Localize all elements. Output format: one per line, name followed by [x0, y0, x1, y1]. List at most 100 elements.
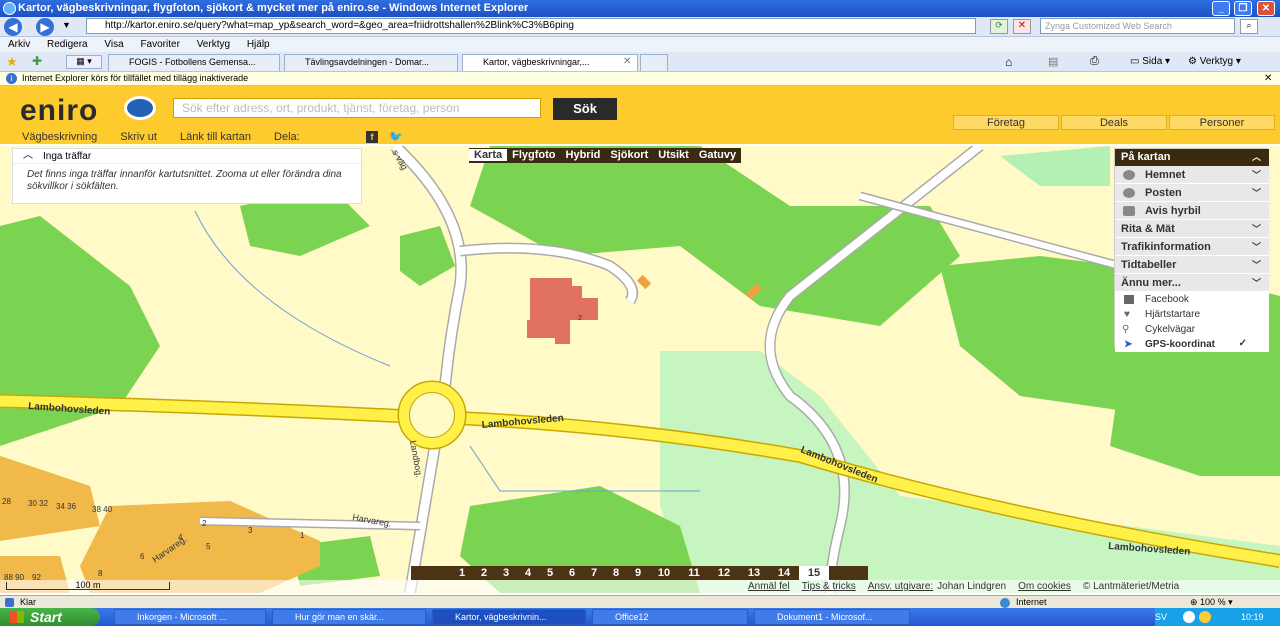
tab-deals[interactable]: Deals	[1061, 115, 1167, 130]
layers-panel-header[interactable]: På kartan ︿	[1115, 149, 1269, 166]
stop-icon[interactable]: ✕	[1013, 19, 1031, 34]
facebook-share-icon[interactable]: f	[366, 131, 378, 143]
layer-facebook[interactable]: Facebook	[1115, 292, 1269, 307]
zoom-level[interactable]: 6	[561, 566, 583, 580]
tray-icon[interactable]	[1199, 611, 1211, 623]
language-indicator[interactable]: SV	[1155, 608, 1167, 626]
close-button[interactable]: ✕	[1257, 1, 1275, 16]
section-annu-mer[interactable]: Ännu mer... ﹀	[1115, 274, 1269, 292]
tips-link[interactable]: Tips & tricks	[802, 581, 856, 592]
zoom-level[interactable]: 14	[773, 566, 795, 580]
search-button[interactable]: Sök	[553, 98, 617, 120]
forest-area	[1110, 366, 1280, 476]
zoom-level[interactable]: 4	[517, 566, 539, 580]
results-panel-header[interactable]: ︿ Inga träffar	[13, 149, 361, 164]
taskbar-item[interactable]: Office12	[592, 609, 748, 625]
layer-label: GPS-koordinat	[1145, 339, 1216, 350]
tab-kartor[interactable]: Kartor, vägbeskrivningar,...	[462, 54, 638, 71]
map-graphics: Lambohovsleden Lambohovsleden Lambohovsl…	[0, 146, 1280, 593]
zoom-level[interactable]: 10	[653, 566, 675, 580]
zoom-level-current[interactable]: 15	[799, 566, 829, 580]
map-type-utsikt[interactable]: Utsikt	[653, 149, 694, 161]
collapse-chevron-icon[interactable]: ︿	[23, 148, 33, 163]
route-link[interactable]: Vägbeskrivning	[22, 131, 97, 143]
tab-tavling[interactable]: Tävlingsavdelningen - Domar...	[284, 54, 458, 71]
map-canvas[interactable]: Lambohovsleden Lambohovsleden Lambohovsl…	[0, 146, 1280, 593]
zoom-level[interactable]: 13	[743, 566, 765, 580]
zoom-level[interactable]: 1	[451, 566, 473, 580]
zoom-status[interactable]: ⊕ 100 % ▾	[1190, 596, 1233, 608]
zoom-level[interactable]: 7	[583, 566, 605, 580]
info-bar[interactable]: i Internet Explorer körs för tillfället …	[0, 72, 1280, 86]
map-type-karta[interactable]: Karta	[469, 149, 508, 161]
residential-area	[0, 456, 100, 541]
eniro-logo[interactable]: eniro	[20, 94, 98, 128]
menu-arkiv[interactable]: Arkiv	[8, 39, 30, 50]
zoom-level[interactable]: 3	[495, 566, 517, 580]
map-type-hybrid[interactable]: Hybrid	[561, 149, 606, 161]
map-link[interactable]: Länk till kartan	[180, 131, 251, 143]
tray-icon[interactable]	[1183, 611, 1195, 623]
twitter-share-icon[interactable]: 🐦	[389, 130, 403, 143]
add-favorite-icon[interactable]: ✚	[32, 54, 42, 68]
taskbar-item[interactable]: Inkorgen - Microsoft ...	[114, 609, 266, 625]
zoom-level[interactable]: 11	[683, 566, 705, 580]
restore-button[interactable]: ❐	[1234, 1, 1252, 16]
zoom-level[interactable]: 8	[605, 566, 627, 580]
zoom-level[interactable]: 2	[473, 566, 495, 580]
taskbar-item[interactable]: Hur gör man en skär...	[272, 609, 426, 625]
zoom-level[interactable]: 12	[713, 566, 735, 580]
print-link[interactable]: Skriv ut	[120, 131, 157, 143]
back-button[interactable]: ◀	[4, 18, 22, 36]
map-type-gatuvy[interactable]: Gatuvy	[694, 149, 741, 161]
tab-fogis[interactable]: FOGIS - Fotbollens Gemensa...	[108, 54, 280, 71]
menu-visa[interactable]: Visa	[104, 39, 123, 50]
refresh-icon[interactable]: ⟳	[990, 19, 1008, 34]
home-icon[interactable]: ⌂	[1005, 55, 1012, 69]
section-trafikinformation[interactable]: Trafikinformation ﹀	[1115, 238, 1269, 256]
layer-avis[interactable]: Avis hyrbil	[1115, 202, 1269, 220]
history-dropdown-icon[interactable]: ▼	[62, 20, 71, 30]
zoom-level[interactable]: 5	[539, 566, 561, 580]
cookies-link[interactable]: Om cookies	[1018, 581, 1071, 592]
menu-redigera[interactable]: Redigera	[47, 39, 88, 50]
page-menu[interactable]: ▭ Sida ▾	[1130, 56, 1170, 67]
close-infobar-icon[interactable]: ✕	[1264, 72, 1272, 85]
map-type-flygfoto[interactable]: Flygfoto	[507, 149, 560, 161]
map-type-sjokort[interactable]: Sjökort	[605, 149, 653, 161]
print-icon[interactable]: ⎙	[1090, 55, 1099, 68]
minimize-button[interactable]: _	[1212, 1, 1230, 16]
menu-hjalp[interactable]: Hjälp	[247, 39, 270, 50]
report-error-link[interactable]: Anmäl fel	[748, 581, 790, 592]
search-icon[interactable]: ⌕	[1240, 19, 1258, 34]
close-tab-icon[interactable]: ✕	[623, 56, 631, 67]
small-building	[636, 274, 652, 290]
feeds-icon[interactable]: ▤	[1048, 55, 1058, 68]
layer-gps[interactable]: ➤ GPS-koordinat ✓	[1115, 337, 1269, 352]
menu-verktyg[interactable]: Verktyg	[197, 39, 230, 50]
favorites-star-icon[interactable]: ★	[6, 54, 18, 70]
quick-tabs-icon[interactable]: ▦ ▾	[66, 55, 102, 69]
taskbar-item[interactable]: Dokument1 - Microsof...	[754, 609, 910, 625]
tab-personer[interactable]: Personer	[1169, 115, 1275, 130]
zoom-level[interactable]: 9	[627, 566, 649, 580]
layer-posten[interactable]: Posten ﹀	[1115, 184, 1269, 202]
tab-foretag[interactable]: Företag	[953, 115, 1059, 130]
web-search-input[interactable]: Zynga Customized Web Search	[1040, 18, 1235, 34]
section-tidtabeller[interactable]: Tidtabeller ﹀	[1115, 256, 1269, 274]
taskbar-item[interactable]: Kartor, vägbeskrivnin...	[432, 609, 586, 625]
tools-menu[interactable]: ⚙ Verktyg ▾	[1188, 56, 1241, 67]
layer-hemnet[interactable]: Hemnet ﹀	[1115, 166, 1269, 184]
layer-hjartstartare[interactable]: ♥ Hjärtstartare	[1115, 307, 1269, 322]
url-field[interactable]: http://kartor.eniro.se/query?what=map_yp…	[86, 18, 976, 34]
layer-cykelvagar[interactable]: ⚲ Cykelvägar	[1115, 322, 1269, 337]
chevron-down-icon: ﹀	[1251, 260, 1261, 270]
publisher-link[interactable]: Ansv. utgivare:	[868, 581, 933, 592]
site-search-input[interactable]: Sök efter adress, ort, produkt, tjänst, …	[173, 98, 541, 118]
menu-favoriter[interactable]: Favoriter	[140, 39, 179, 50]
building-friidrottshallen[interactable]	[527, 278, 598, 344]
start-button[interactable]: Start	[0, 608, 100, 626]
section-rita-mat[interactable]: Rita & Mät ﹀	[1115, 220, 1269, 238]
forward-button[interactable]: ▶	[36, 18, 54, 36]
new-tab-button[interactable]	[640, 54, 668, 71]
